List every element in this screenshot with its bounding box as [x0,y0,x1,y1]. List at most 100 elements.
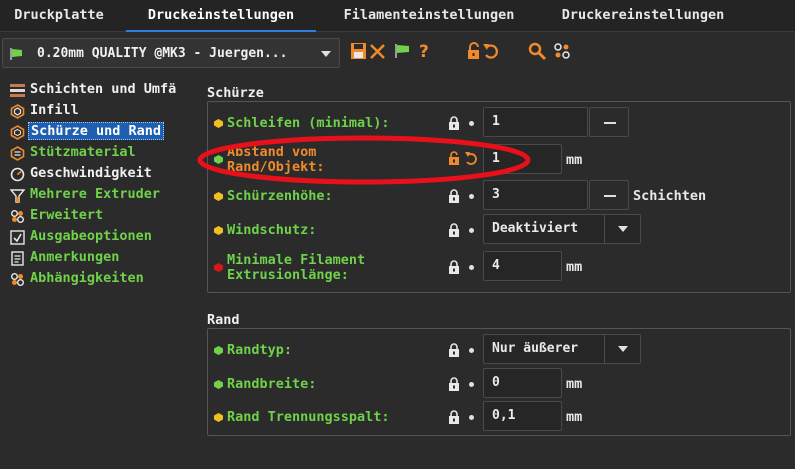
system-value-dot-icon[interactable] [469,121,474,126]
lock-icon[interactable] [448,410,460,424]
flag-icon [10,48,22,60]
layers-icon [10,84,25,97]
sidebar-item-layers[interactable]: Schichten und Umfä [10,80,195,100]
sidebar-item-label: Anmerkungen [30,249,120,265]
green-bullet-icon [214,346,223,355]
undo-icon[interactable] [481,41,501,61]
extruder-icon [10,189,25,203]
compare-flag-icon[interactable] [392,41,412,61]
chevron-down-icon [321,51,331,57]
lock-icon[interactable] [448,116,460,130]
skirt-height-label: Schürzenhöhe: [227,188,333,204]
chevron-down-icon [618,226,628,232]
notes-icon [11,251,24,266]
sidebar-item-label: Stützmaterial [30,144,136,160]
help-icon[interactable]: ? [415,41,435,61]
system-value-dot-icon[interactable] [469,194,474,199]
tab-druckereinstellungen[interactable]: Druckereinstellungen [542,0,744,32]
loops-decrement-button[interactable] [589,107,629,137]
delete-icon[interactable] [368,41,388,61]
tab-filamenteinstellungen[interactable]: Filamenteinstellungen [323,0,535,32]
distance-unit: mm [566,152,583,168]
infill-icon [10,104,25,119]
system-value-dot-icon[interactable] [469,348,474,353]
loops-input[interactable]: 1 [483,107,588,137]
sidebar-item-label: Infill [30,102,79,118]
green-bullet-icon [214,380,223,389]
speed-icon [10,167,25,182]
lock-icon[interactable] [448,223,460,237]
brim-width-label: Randbreite: [227,376,317,392]
skirt-icon [10,125,25,140]
yellow-bullet-icon [214,119,223,128]
system-value-dot-icon[interactable] [469,228,474,233]
sidebar: Schichten und Umfä Infill Schürze und Ra… [0,80,195,310]
svg-text:?: ? [419,42,429,61]
min-extrusion-label-line1: Minimale Filament [227,252,366,268]
sidebar-item-extruders[interactable]: Mehrere Extruder [10,185,195,205]
sidebar-item-label: Schürze und Rand [28,122,165,140]
tab-bar: Druckplatte Druckeinstellungen Filamente… [0,0,795,32]
mode-icon[interactable] [552,41,572,61]
brim-type-dropdown-button[interactable] [604,334,640,364]
system-value-dot-icon[interactable] [469,415,474,420]
sidebar-item-advanced[interactable]: Erweitert [10,206,195,226]
min-extrusion-label-line2: Extrusionlänge: [227,267,349,283]
toolbar: 0.20mm QUALITY @MK3 - Juergen... ? [0,33,795,75]
support-icon [10,146,25,161]
sidebar-item-support[interactable]: Stützmaterial [10,143,195,163]
min-extrusion-input[interactable]: 4 [483,251,562,281]
brim-width-unit: mm [566,376,583,392]
lock-icon[interactable] [448,377,460,391]
sidebar-item-speed[interactable]: Geschwindigkeit [10,164,195,184]
advanced-icon [11,210,24,223]
tab-druckeinstellungen[interactable]: Druckeinstellungen [126,0,316,32]
yellow-bullet-icon [214,192,223,201]
brim-type-value: Nur äußerer [492,341,579,356]
draft-shield-select[interactable]: Deaktiviert [483,214,641,244]
minus-icon [604,195,616,197]
skirt-group-title: Schürze [207,85,264,101]
draft-shield-dropdown-button[interactable] [604,214,640,244]
lock-icon[interactable] [448,260,460,274]
sidebar-item-label: Mehrere Extruder [30,186,161,202]
skirt-height-decrement-button[interactable] [589,180,629,210]
sidebar-item-label: Schichten und Umfä [30,81,177,97]
save-icon[interactable] [349,41,369,61]
lock-icon[interactable] [448,343,460,357]
chevron-down-icon [618,346,628,352]
draft-shield-label: Windschutz: [227,222,317,238]
search-icon[interactable] [527,41,547,61]
system-value-dot-icon[interactable] [469,382,474,387]
min-extrusion-unit: mm [566,259,583,275]
brim-group-title: Rand [207,312,240,328]
draft-shield-value: Deaktiviert [492,221,579,236]
yellow-bullet-icon [214,413,223,422]
sidebar-item-label: Abhängigkeiten [30,270,144,286]
brim-type-select[interactable]: Nur äußerer [483,334,641,364]
sidebar-item-skirt-brim[interactable]: Schürze und Rand [10,122,195,142]
brim-width-input[interactable]: 0 [483,368,562,398]
brim-type-label: Randtyp: [227,342,293,358]
brim-gap-unit: mm [566,409,583,425]
annotation-ellipse [197,135,531,185]
brim-gap-input[interactable]: 0,1 [483,401,562,431]
sidebar-item-dependencies[interactable]: Abhängigkeiten [10,269,195,289]
sidebar-item-output[interactable]: Ausgabeoptionen [10,227,195,247]
minus-icon [604,122,616,124]
tab-druckplatte[interactable]: Druckplatte [0,0,118,32]
sidebar-item-label: Ausgabeoptionen [30,228,152,244]
sidebar-item-infill[interactable]: Infill [10,101,195,121]
brim-gap-label: Rand Trennungsspalt: [227,409,390,425]
output-icon [10,230,25,245]
sidebar-item-label: Erweitert [30,207,104,223]
sidebar-item-label: Geschwindigkeit [30,165,152,181]
system-value-dot-icon[interactable] [469,265,474,270]
skirt-height-unit: Schichten [633,188,707,204]
dependencies-icon [11,273,24,286]
preset-select[interactable]: 0.20mm QUALITY @MK3 - Juergen... [2,38,340,68]
lock-icon[interactable] [448,189,460,203]
sidebar-item-notes[interactable]: Anmerkungen [10,248,195,268]
red-bullet-icon [214,263,223,272]
yellow-bullet-icon [214,226,223,235]
